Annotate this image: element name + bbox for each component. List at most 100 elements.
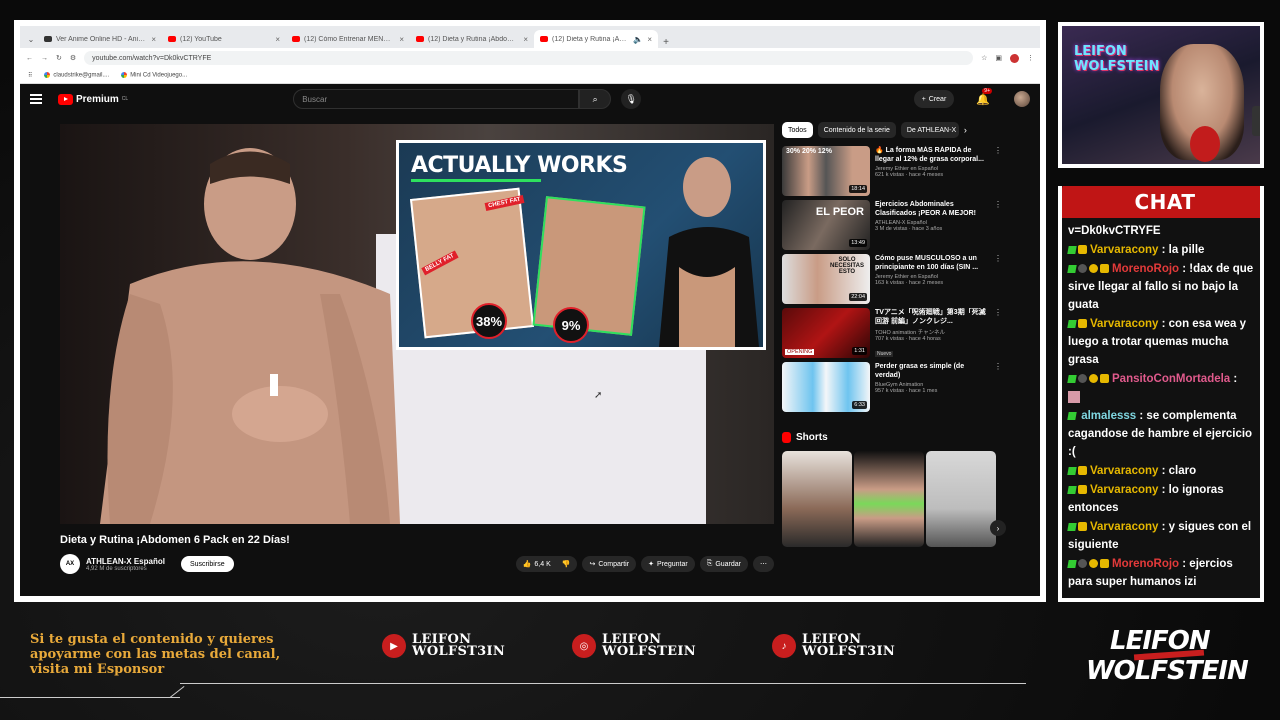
thumbs-up-icon: 👍 — [522, 561, 532, 568]
tab-close-icon[interactable]: × — [647, 35, 652, 44]
sub-badge-icon — [1078, 245, 1087, 255]
crown-badge-icon — [1078, 374, 1087, 384]
chat-username: almalesss — [1081, 410, 1137, 422]
tab-search-icon[interactable]: ⌄ — [24, 30, 38, 48]
chat-text: : — [1233, 373, 1238, 385]
social-tiktok: ♪ LEIFON WOLFST3IN — [772, 633, 895, 658]
reload-icon[interactable]: ↻ — [56, 54, 62, 62]
bookmark-item[interactable]: claudstrike@gmail.... — [44, 72, 109, 79]
channel-name[interactable]: ATHLEAN-X Español — [86, 557, 165, 566]
tab-close-icon[interactable]: × — [275, 35, 280, 44]
chat-title: CHAT — [1134, 190, 1196, 214]
speaker-icon[interactable]: 🔈 — [633, 35, 643, 44]
list-item[interactable]: SOLO NECESITAS ESTO 22:04 Cómo puse MUSC… — [782, 254, 1002, 306]
like-button[interactable]: 👍 6,4 K 👎 — [515, 556, 578, 572]
crown-badge-icon — [1078, 559, 1087, 569]
tab-close-icon[interactable]: × — [523, 35, 528, 44]
subscribe-button[interactable]: Suscribirse — [180, 556, 234, 572]
mod-badge-icon — [1067, 264, 1077, 273]
chevron-right-icon[interactable]: › — [964, 125, 967, 135]
browser-tab[interactable]: Ver Anime Online HD - Animefl × — [38, 30, 162, 48]
apps-icon[interactable]: ⠿ — [28, 72, 32, 79]
browser-tab[interactable]: (12) Cómo Entrenar MENOS co × — [286, 30, 410, 48]
voice-search-button[interactable]: 🎙 — [621, 89, 642, 109]
short-card[interactable] — [926, 451, 996, 547]
star-icon[interactable]: ☆ — [981, 54, 987, 62]
rec-meta: 163 k vistas · hace 2 meses — [875, 280, 944, 286]
back-icon[interactable]: ← — [26, 55, 33, 62]
sub-badge-icon — [1078, 485, 1087, 495]
list-item[interactable]: 30% 20% 12% 18:14 🔥 La forma MÁS RÁPIDA … — [782, 146, 1002, 198]
browser-tab[interactable]: (12) Dieta y Rutina ¡Abdomen 6 × — [410, 30, 534, 48]
browser-window: ⌄ Ver Anime Online HD - Animefl × (12) Yo… — [14, 20, 1046, 602]
divider — [0, 697, 180, 698]
save-button[interactable]: ⎘ Guardar — [699, 556, 748, 572]
address-bar[interactable]: youtube.com/watch?v=Dk0kvCTRYFE — [84, 51, 974, 65]
profile-icon[interactable] — [1010, 53, 1019, 63]
search-button[interactable]: ⌕ — [579, 89, 612, 109]
more-icon[interactable]: ⋮ — [994, 254, 1002, 306]
headphones-icon — [1252, 106, 1260, 136]
notifications-button[interactable]: 🔔 9+ — [976, 87, 992, 106]
tier-badge-icon — [1089, 374, 1098, 384]
mod-badge-icon — [1067, 245, 1077, 254]
forward-icon[interactable]: → — [41, 55, 48, 62]
sparkle-icon: ✦ — [648, 561, 654, 568]
chat-username: Varvaracony — [1090, 521, 1159, 533]
chip-channel[interactable]: De ATHLEAN-X — [900, 122, 959, 138]
rec-info: Cómo puse MUSCULOSO a un principiante en… — [875, 254, 989, 306]
list-item[interactable]: 6:33 Perder grasa es simple (de verdad) … — [782, 362, 1002, 414]
chip-series[interactable]: Contenido de la serie — [817, 122, 896, 138]
bookmark-label: Mini Cd Videojuego... — [130, 72, 188, 79]
notification-badge: 9+ — [982, 87, 992, 94]
ask-button[interactable]: ✦ Preguntar — [641, 556, 695, 572]
hamburger-menu-icon[interactable] — [30, 94, 42, 104]
share-button[interactable]: ↪ Compartir — [582, 556, 637, 572]
list-item[interactable]: OPENING 1:31 TVアニメ「呪術廻戦」第3期「死滅回游 前編」ノンクレ… — [782, 308, 1002, 360]
more-icon[interactable]: ⋮ — [994, 308, 1002, 360]
more-icon[interactable]: ⋮ — [994, 362, 1002, 414]
social-instagram: ◎ LEIFON WOLFSTEIN — [572, 633, 696, 658]
gmail-icon — [44, 72, 51, 79]
more-icon[interactable]: ⋮ — [994, 200, 1002, 252]
thumbnail-overlay: ACTUALLY WORKS CHEST FAT BELLY FAT 38% 9… — [396, 140, 766, 350]
rec-info: Ejercicios Abdominales Clasificados ¡PEO… — [875, 200, 989, 252]
rec-title: Perder grasa es simple (de verdad) — [875, 363, 965, 379]
tab-close-icon[interactable]: × — [151, 35, 156, 44]
kebab-menu-icon[interactable]: ⋮ — [1027, 54, 1034, 62]
chat-message: Varvaracony : lo ignoras entonces — [1067, 481, 1256, 517]
browser-tab[interactable]: (12) YouTube × — [162, 30, 286, 48]
bookmark-item[interactable]: Mini Cd Videojuego... — [121, 72, 187, 79]
more-actions-button[interactable]: ⋯ — [753, 556, 774, 572]
site-info-icon[interactable]: ⚙ — [70, 54, 76, 62]
browser-tab-active[interactable]: (12) Dieta y Rutina ¡Abdom 🔈 × — [534, 30, 658, 48]
extensions-icon[interactable]: ▣ — [995, 54, 1002, 62]
chip-all[interactable]: Todos — [782, 122, 813, 138]
avatar[interactable] — [1014, 91, 1030, 107]
list-item[interactable]: EL PEOR 13:49 Ejercicios Abdominales Cla… — [782, 200, 1002, 252]
ask-label: Preguntar — [656, 560, 688, 568]
tab-close-icon[interactable]: × — [399, 35, 404, 44]
short-card[interactable] — [782, 451, 852, 547]
tab-title: (12) Dieta y Rutina ¡Abdomen 6 — [428, 35, 520, 43]
new-tab-button[interactable]: + — [658, 37, 674, 48]
search-icon: ⌕ — [592, 93, 598, 104]
short-card[interactable] — [854, 451, 924, 547]
channel-avatar[interactable]: AX — [60, 554, 80, 574]
chat-message: Varvaracony : claro — [1067, 462, 1256, 480]
create-button[interactable]: + Crear — [913, 90, 955, 108]
tab-title: (12) YouTube — [180, 35, 222, 43]
more-icon[interactable]: ⋮ — [994, 146, 1002, 198]
logo-text: Premium — [76, 93, 119, 105]
chevron-right-icon[interactable]: › — [990, 520, 1006, 536]
thumbs-down-icon[interactable]: 👎 — [562, 560, 571, 568]
youtube-logo[interactable]: Premium CL — [58, 93, 128, 105]
sub-badge-icon — [1078, 466, 1087, 476]
thumb-text: SOLO NECESITAS ESTO — [830, 257, 864, 275]
create-label: Crear — [928, 95, 947, 103]
chat-username: PansitoConMortadela — [1112, 373, 1231, 385]
search-input[interactable]: Buscar — [293, 89, 580, 109]
thumb-text: OPENING — [785, 349, 815, 355]
chat-text: : la pille — [1161, 244, 1205, 256]
video-player[interactable]: ACTUALLY WORKS CHEST FAT BELLY FAT 38% 9… — [60, 124, 774, 524]
